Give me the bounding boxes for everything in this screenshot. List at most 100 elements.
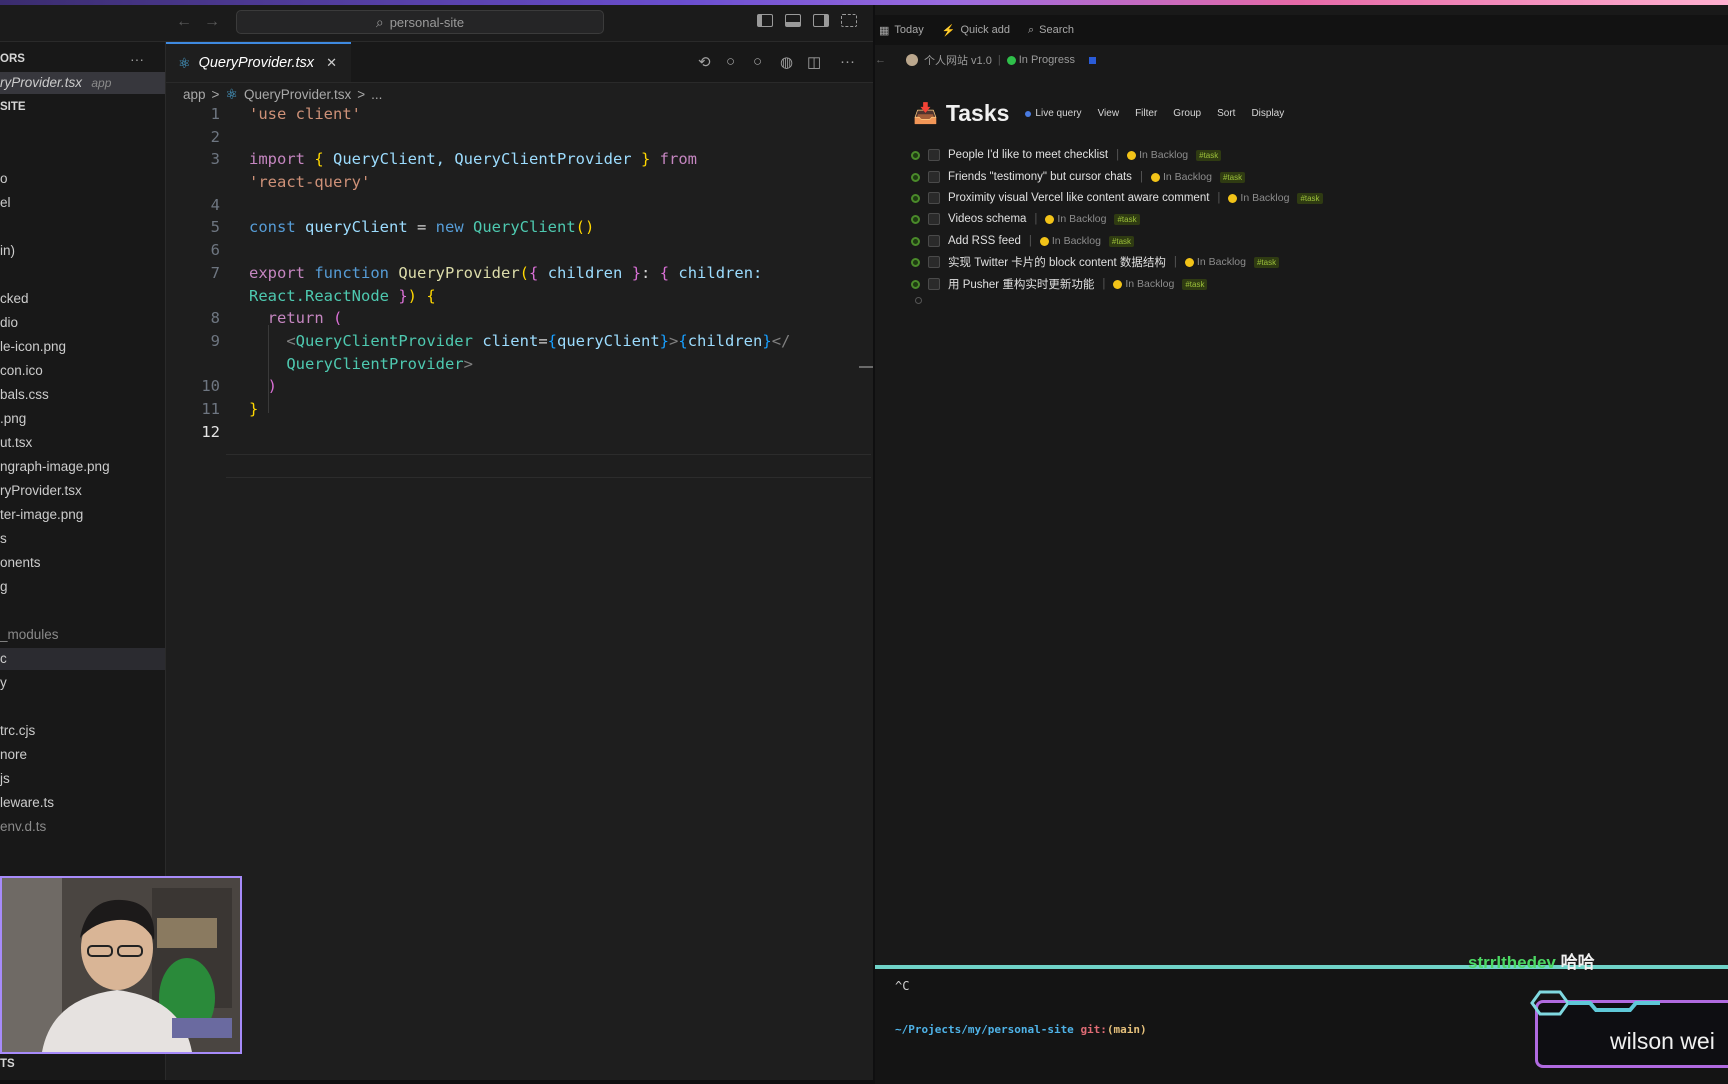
sidebar-file-item[interactable]: in) [0,240,15,262]
sidebar-file-item[interactable]: leware.ts [0,792,54,814]
task-status[interactable]: In Backlog [1228,192,1289,204]
sidebar-file-item[interactable]: _modules [0,624,59,646]
sidebar-section-header[interactable]: TS [0,1058,15,1070]
sidebar-file-item[interactable]: dio [0,312,18,334]
sidebar-file-item[interactable]: ut.tsx [0,432,32,454]
sidebar-file-item[interactable]: s [0,528,7,550]
sidebar-file-item[interactable]: el [0,192,11,214]
sidebar-file-item[interactable]: ryProvider.tsx app [0,72,165,94]
task-title[interactable]: 用 Pusher 重构实时更新功能 [948,276,1094,292]
toggle-sidebar-icon[interactable] [757,14,773,27]
task-row[interactable]: Proximity visual Vercel like content awa… [911,189,1323,207]
explorer-more-icon[interactable]: ··· [130,51,144,67]
task-checkbox[interactable] [928,235,940,247]
task-row[interactable]: 用 Pusher 重构实时更新功能 | In Backlog #task [911,275,1208,293]
task-checkbox[interactable] [928,213,940,225]
sidebar-file-item[interactable]: le-icon.png [0,336,66,358]
sidebar-file-item[interactable]: ngraph-image.png [0,456,110,478]
live-query-toggle[interactable]: Live query [1025,108,1082,119]
tab-queryprovider[interactable]: ⚛ QueryProvider.tsx ✕ [166,42,351,82]
task-status[interactable]: In Backlog [1150,171,1212,183]
display-button[interactable]: Display [1251,108,1284,119]
sidebar-file-item[interactable]: o [0,168,8,190]
sidebar-file-item[interactable]: con.ico [0,360,43,382]
sidebar-file-item[interactable]: env.d.ts [0,816,46,838]
task-status-ring-icon[interactable] [911,150,920,160]
task-row[interactable]: Friends "testimony" but cursor chats | In … [911,168,1246,186]
task-row[interactable]: Videos schema | In Backlog #task [911,210,1140,228]
task-status-ring-icon[interactable] [911,172,920,182]
close-tab-icon[interactable]: ✕ [326,55,337,71]
task-checkbox[interactable] [928,278,940,290]
task-tag[interactable]: #task [1253,256,1280,268]
task-status-ring-icon[interactable] [911,214,920,224]
task-tag[interactable]: #task [1297,192,1323,204]
task-checkbox[interactable] [928,171,940,183]
task-title[interactable]: People I'd like to meet checklist [948,149,1108,161]
back-arrow-icon[interactable]: ← [176,13,192,31]
filter-button[interactable]: Filter [1135,108,1157,119]
sidebar-file-item[interactable]: g [0,576,8,598]
sidebar-file-item[interactable]: c [0,648,165,670]
task-title[interactable]: 实现 Twitter 卡片的 block content 数据结构 [948,254,1166,270]
back-arrow-icon[interactable]: ← [875,54,886,66]
sidebar-file-item[interactable]: bals.css [0,384,49,406]
add-task-bullet-icon[interactable] [915,297,922,304]
task-tag[interactable]: #task [1108,235,1135,247]
task-checkbox[interactable] [928,149,940,161]
command-center-search[interactable]: ⌕ personal-site [236,10,604,34]
view-button[interactable]: View [1098,108,1120,119]
breadcrumb-more[interactable]: ... [371,87,382,102]
toggle-secondary-sidebar-icon[interactable] [813,14,829,27]
open-changes-icon[interactable]: ⟲ [698,53,711,71]
breadcrumb-folder[interactable]: app [183,87,206,102]
sidebar-file-item[interactable]: .png [0,408,26,430]
breadcrumb-file[interactable]: QueryProvider.tsx [244,87,351,102]
customize-layout-icon[interactable] [841,14,857,27]
task-status[interactable]: In Backlog [1113,278,1174,290]
task-tag[interactable]: #task [1219,171,1246,183]
task-checkbox[interactable] [928,256,940,268]
task-title[interactable]: Videos schema [948,213,1026,225]
today-button[interactable]: ▦ Today [879,24,924,37]
project-name[interactable]: 个人网站 v1.0 [924,52,992,68]
sidebar-file-item[interactable]: y [0,672,7,694]
sidebar-file-item[interactable]: ryProvider.tsx [0,480,82,502]
task-status[interactable]: In Backlog [1045,213,1106,225]
quick-add-button[interactable]: ⚡ Quick add [942,24,1010,37]
task-checkbox[interactable] [928,192,940,204]
task-tag[interactable]: #task [1182,278,1208,290]
sidebar-file-item[interactable]: js [0,768,10,790]
scrollbar-marker[interactable] [859,366,873,368]
editor-more-icon[interactable]: ··· [840,53,855,70]
task-tag[interactable]: #task [1196,149,1222,161]
task-row[interactable]: People I'd like to meet checklist | In Bac… [911,146,1222,164]
project-status[interactable]: In Progress [1006,54,1075,66]
timeline-icon[interactable]: ◍ [780,53,793,71]
toggle-panel-icon[interactable] [785,14,801,27]
sidebar-file-item[interactable]: trc.cjs [0,720,35,742]
task-status-ring-icon[interactable] [911,236,920,246]
task-tag[interactable]: #task [1114,213,1140,225]
sidebar-section-header[interactable]: SITE [0,96,26,118]
sidebar-file-item[interactable]: cked [0,288,29,310]
group-button[interactable]: Group [1173,108,1201,119]
task-title[interactable]: Friends "testimony" but cursor chats [948,171,1132,183]
sidebar-file-item[interactable]: onents [0,552,41,574]
task-row[interactable]: Add RSS feed | In Backlog #task [911,232,1135,250]
task-status-ring-icon[interactable] [911,279,920,289]
sort-button[interactable]: Sort [1217,108,1235,119]
sidebar-file-item[interactable]: ter-image.png [0,504,83,526]
task-status[interactable]: In Backlog [1127,149,1188,161]
task-row[interactable]: 实现 Twitter 卡片的 block content 数据结构 | In Bac… [911,253,1280,271]
code-area[interactable]: 1 2 3 4 5 6 7 8 9 10 11 12 'use client' import { Qu… [166,105,873,525]
sidebar-section-header[interactable]: ORS [0,48,25,70]
search-button[interactable]: ⌕ Search [1028,24,1074,37]
task-status[interactable]: In Backlog [1184,256,1246,268]
task-title[interactable]: Proximity visual Vercel like content awa… [948,192,1209,204]
forward-arrow-icon[interactable]: → [204,13,220,31]
task-status-ring-icon[interactable] [911,257,920,267]
previous-change-icon[interactable]: ○ [726,53,735,70]
task-status-ring-icon[interactable] [911,193,920,203]
next-change-icon[interactable]: ○ [753,53,762,70]
